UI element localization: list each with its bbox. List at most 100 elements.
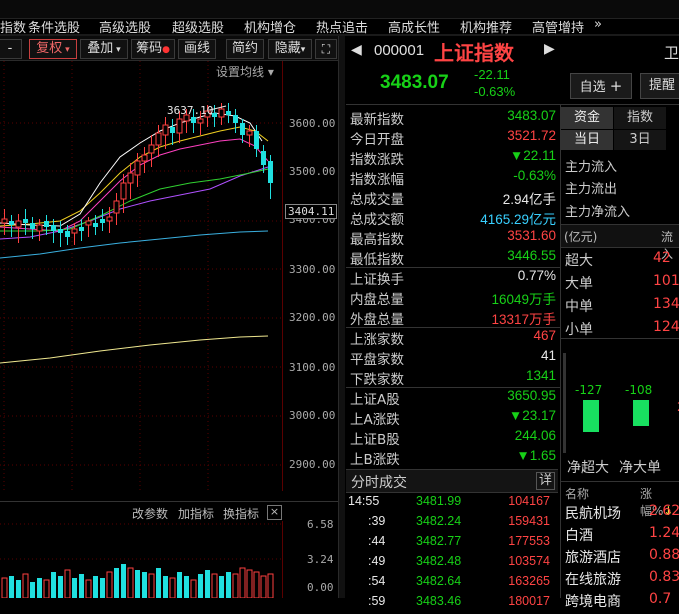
zoom-out-button[interactable]: - — [0, 39, 22, 59]
candle-body — [240, 123, 245, 135]
kline-chart-area[interactable]: 设置均线 ▾ 3637.10 3600.00 3500.00 3400.00 3… — [0, 61, 339, 599]
close-indicator-icon[interactable]: × — [267, 505, 282, 520]
remind-button[interactable]: 提醒 — [640, 73, 679, 99]
quote-value: 4165.29亿元 — [480, 212, 556, 227]
sector-row[interactable]: 旅游酒店 0.88 — [563, 547, 679, 569]
net-super-value: -127 — [575, 383, 603, 397]
quote-value: 13317万手 — [491, 312, 556, 327]
volume-bar — [239, 567, 246, 599]
quote-row: 总成交额 4165.29亿元 — [350, 208, 556, 228]
sector-header-name[interactable]: 名称 — [565, 485, 589, 502]
volume-bar — [85, 579, 92, 599]
chips-button[interactable]: 筹码● — [131, 39, 175, 59]
fund-row-value: 134 — [653, 296, 679, 312]
sector-divider — [561, 481, 679, 482]
volume-bar — [184, 576, 189, 598]
change-params-button[interactable]: 改参数 — [132, 505, 168, 522]
axis-label: 0.00 — [307, 581, 334, 594]
trades-header: 分时成交 详 — [346, 469, 558, 493]
quote-value: 467 — [533, 328, 556, 343]
panel-divider[interactable] — [338, 36, 345, 598]
quote-label: 上证B股 — [350, 432, 400, 448]
main-outflow-label: 主力流出 — [565, 182, 618, 197]
fund-row-label: 大单 — [565, 276, 593, 292]
trade-volume: 103574 — [508, 554, 550, 568]
axis-label: 2900.00 — [289, 458, 336, 471]
chart-toolbar: - 复权 ▾ 叠加 ▾ 筹码● 画线 简约 隐藏▾ ⛶ — [0, 36, 338, 61]
candle-body — [120, 182, 127, 200]
volume-bar — [9, 576, 14, 598]
quote-value: 16049万手 — [491, 292, 556, 307]
net-super-label: 净超大 — [567, 460, 609, 476]
fuquan-button[interactable]: 复权 ▾ — [29, 39, 77, 59]
sector-name: 跨境电商 — [565, 594, 621, 610]
volume-bar — [142, 572, 147, 598]
axis-label: 3000.00 — [289, 409, 336, 422]
price-plot: 3637.10 — [0, 61, 282, 491]
trade-price: 3482.64 — [416, 574, 462, 588]
sector-pct: 0.88 — [649, 547, 679, 563]
trade-row: :49 3482.48 103574 — [346, 554, 558, 574]
add-watchlist-button[interactable]: 自选 + — [570, 73, 632, 99]
quote-value: 2.94亿手 — [502, 192, 556, 207]
quote-value: ▼1.65 — [516, 448, 556, 463]
quote-label: 上B涨跌 — [350, 452, 400, 468]
candle-body — [15, 220, 22, 228]
candle-body — [134, 160, 141, 176]
sector-row[interactable]: 民航机场 2.62 — [563, 503, 679, 525]
draw-line-button[interactable]: 画线 — [178, 39, 216, 59]
quote-label: 总成交额 — [350, 212, 404, 228]
volume-bar — [127, 567, 134, 599]
trade-time: 14:55 — [348, 494, 380, 508]
quote-row: 上证B股 244.06 — [350, 428, 556, 448]
volume-bar — [267, 573, 274, 599]
tab-index[interactable]: 指数 — [614, 107, 666, 129]
volume-bar — [232, 573, 239, 599]
volume-bar — [169, 577, 176, 599]
volume-bar — [219, 576, 224, 598]
candle-body — [71, 228, 78, 234]
sector-row[interactable]: 在线旅游 0.83 — [563, 569, 679, 591]
quote-value: 3531.60 — [507, 228, 556, 243]
switch-indicator-button[interactable]: 换指标 — [223, 505, 259, 522]
quote-row: 最低指数 3446.55 — [350, 248, 556, 268]
expand-icon[interactable]: ⛶ — [315, 39, 337, 59]
candle-body — [261, 151, 266, 165]
hide-button[interactable]: 隐藏▾ — [268, 39, 312, 59]
simple-button[interactable]: 简约 — [226, 39, 264, 59]
subtab-today[interactable]: 当日 — [561, 130, 613, 150]
trade-volume: 104167 — [508, 494, 550, 508]
axis-label: 3200.00 — [289, 311, 336, 324]
sector-row[interactable]: 跨境电商 0.7 — [563, 591, 679, 613]
fund-row: 小单 124 — [565, 319, 679, 339]
candle-body — [9, 221, 14, 225]
volume-axis: 6.58 3.24 0.00 — [282, 518, 339, 598]
candle-body — [58, 229, 63, 233]
volume-bar — [22, 573, 29, 599]
sector-row[interactable]: 白酒 1.24 — [563, 525, 679, 547]
trade-price: 3482.77 — [416, 534, 462, 548]
candle-body — [191, 117, 196, 123]
back-arrow-icon[interactable]: ◀ — [351, 42, 362, 58]
overlay-button[interactable]: 叠加 ▾ — [80, 39, 128, 59]
menu-more[interactable]: » — [594, 17, 602, 32]
subtab-3day[interactable]: 3日 — [614, 130, 666, 150]
quote-value: 3521.72 — [507, 128, 556, 143]
main-inflow-label: 主力流入 — [565, 160, 618, 175]
net-large-value: -108 — [625, 383, 653, 397]
forward-arrow-icon[interactable]: ▶ — [544, 41, 555, 57]
quote-value: 0.77% — [517, 268, 556, 283]
volume-bar — [30, 582, 35, 598]
quote-label: 最新指数 — [350, 112, 404, 128]
quote-value: ▼23.17 — [508, 408, 556, 423]
candle-body — [127, 172, 134, 184]
axis-label: 3300.00 — [289, 263, 336, 276]
volume-plot — [0, 521, 282, 599]
quote-value: 3483.07 — [507, 108, 556, 123]
add-indicator-button[interactable]: 加指标 — [178, 505, 214, 522]
trades-detail-button[interactable]: 详 — [536, 472, 556, 490]
tab-funds[interactable]: 资金 — [561, 107, 613, 129]
trade-row: 14:55 3481.99 104167 — [346, 494, 558, 514]
volume-bar — [114, 568, 119, 598]
funds-unit: (亿元) — [564, 230, 598, 244]
